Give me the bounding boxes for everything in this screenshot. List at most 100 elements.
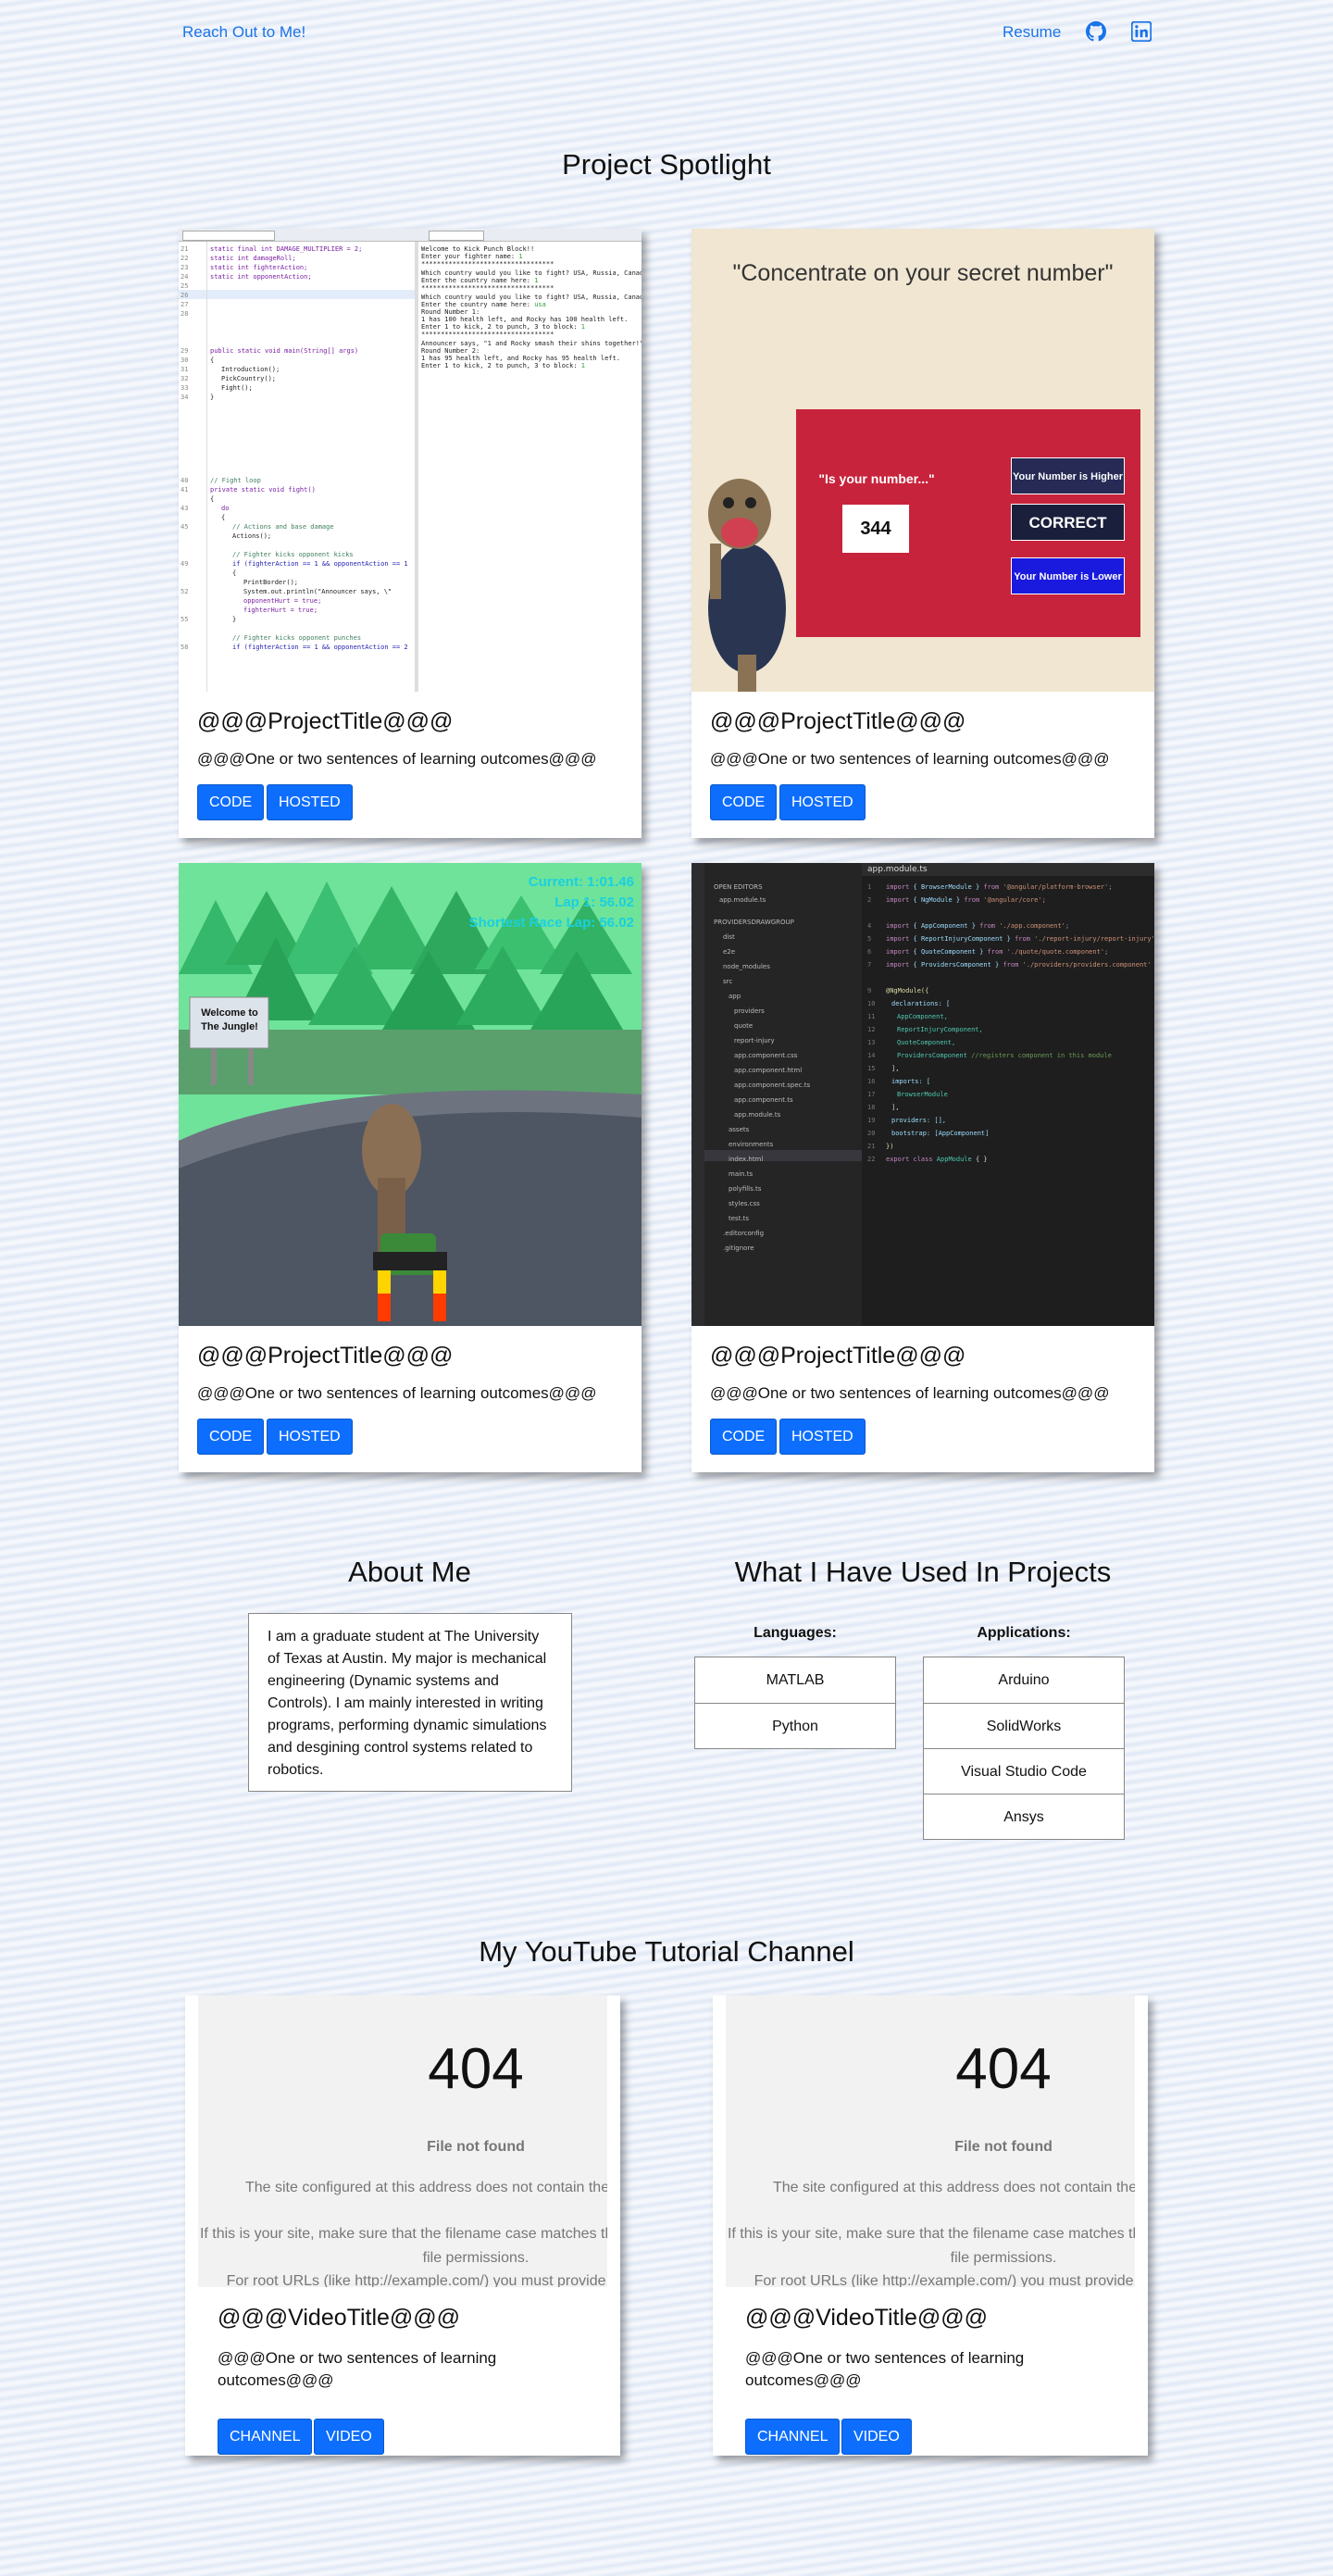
svg-text:.gitignore: .gitignore	[723, 1244, 754, 1252]
code-button[interactable]: CODE	[710, 1419, 778, 1455]
svg-text:// Fighter kicks opponent punc: // Fighter kicks opponent punches	[232, 634, 361, 642]
svg-text:PrintBorder();: PrintBorder();	[243, 579, 298, 586]
code-button[interactable]: CODE	[710, 784, 778, 820]
video-embed[interactable]: 404 File not found The site configured a…	[198, 1995, 607, 2287]
project-screenshot-number-game: "Concentrate on your secret number" "Is …	[691, 229, 1154, 692]
svg-text:providers: [],: providers: [],	[891, 1117, 946, 1124]
image-prompt: "Is your number..."	[818, 471, 935, 486]
svg-text:22: 22	[867, 1156, 875, 1163]
code-button[interactable]: CODE	[197, 1419, 265, 1455]
image-lower-button: Your Number is Lower	[1011, 557, 1125, 594]
error-line: The site configured at this address does…	[244, 2180, 607, 2195]
svg-text:providers: providers	[734, 1007, 765, 1015]
svg-text:55: 55	[181, 616, 188, 623]
svg-text:// Actions and base damage: // Actions and base damage	[232, 523, 334, 531]
tools-title: What I Have Used In Projects	[734, 1556, 1112, 1588]
svg-text:quote: quote	[734, 1022, 753, 1030]
svg-text:58: 58	[181, 644, 188, 651]
svg-text:Welcome to Kick Punch Block!!: Welcome to Kick Punch Block!!	[421, 245, 534, 253]
svg-text:imports: [: imports: [	[891, 1078, 930, 1085]
svg-text:52: 52	[181, 588, 188, 595]
hosted-button[interactable]: HOSTED	[267, 784, 353, 820]
svg-text:System.out.println("Announcer: System.out.println("Announcer says, \"	[243, 588, 392, 595]
svg-text:node_modules: node_modules	[723, 963, 770, 970]
project-card: "Concentrate on your secret number" "Is …	[691, 229, 1154, 838]
error-line: If this is your site, make sure that the…	[727, 2226, 1135, 2266]
svg-text:Actions();: Actions();	[232, 532, 271, 540]
svg-text:Announcer says, "1 and Rocky s: Announcer says, "1 and Rocky smash their…	[421, 340, 642, 347]
applications-heading: Applications:	[977, 1625, 1071, 1641]
svg-text:if (fighterAction == 1 && oppo: if (fighterAction == 1 && opponentAction…	[232, 560, 408, 568]
svg-text:],: ],	[891, 1104, 899, 1111]
svg-text:static final int DAMAGE_MULTIP: static final int DAMAGE_MULTIPLIER = 2;	[210, 245, 362, 253]
svg-text:{: {	[210, 356, 214, 364]
svg-text:43: 43	[181, 505, 188, 512]
error-line: The site configured at this address does…	[772, 2180, 1135, 2195]
svg-text:10: 10	[867, 1000, 875, 1007]
svg-text:15: 15	[867, 1065, 875, 1072]
svg-text:34: 34	[181, 394, 188, 401]
svg-text:27: 27	[181, 301, 188, 308]
project-title: @@@ProjectTitle@@@	[710, 708, 966, 734]
github-icon[interactable]	[1086, 21, 1106, 42]
about-text: I am a graduate student at The Universit…	[248, 1613, 572, 1792]
svg-text:opponentHurt = true;: opponentHurt = true;	[243, 597, 321, 605]
svg-text:41: 41	[181, 486, 188, 494]
error-line: For root URLs (like http://example.com/)…	[226, 2273, 607, 2287]
image-number: 344	[842, 505, 909, 553]
reach-out-link[interactable]: Reach Out to Me!	[182, 23, 305, 42]
svg-text:import { NgModule } from '@ang: import { NgModule } from '@angular/core'…	[886, 896, 1046, 904]
project-description: @@@One or two sentences of learning outc…	[710, 1384, 1110, 1402]
linkedin-icon[interactable]	[1130, 20, 1152, 43]
video-button[interactable]: VIDEO	[314, 2419, 384, 2455]
svg-text:6: 6	[867, 948, 871, 956]
project-screenshot-racing-game: Welcome to The Jungle! Current: 1:01.46 …	[179, 863, 642, 1326]
svg-text:40: 40	[181, 477, 188, 484]
svg-text:import { ProvidersComponent }: import { ProvidersComponent } from './pr…	[886, 961, 1152, 969]
svg-text:app: app	[729, 993, 741, 1000]
svg-text:Which country would you like t: Which country would you like to fight? U…	[421, 269, 642, 277]
svg-text:14: 14	[867, 1052, 875, 1059]
svg-text:PROVIDERSDRAWGROUP: PROVIDERSDRAWGROUP	[714, 919, 794, 926]
svg-text:.editorconfig: .editorconfig	[723, 1230, 764, 1237]
hosted-button[interactable]: HOSTED	[267, 1419, 353, 1455]
svg-text:}): })	[886, 1143, 893, 1150]
svg-text:******************************: **********************************	[421, 331, 554, 338]
hosted-button[interactable]: HOSTED	[779, 784, 866, 820]
hosted-button[interactable]: HOSTED	[779, 1419, 866, 1455]
project-title: @@@ProjectTitle@@@	[197, 708, 454, 734]
image-quote: "Concentrate on your secret number"	[732, 260, 1114, 286]
image-higher-button: Your Number is Higher	[1011, 457, 1125, 494]
svg-text:17: 17	[867, 1091, 875, 1098]
video-embed[interactable]: 404 File not found The site configured a…	[726, 1995, 1135, 2287]
svg-text:Which country would you like t: Which country would you like to fight? U…	[421, 294, 642, 301]
resume-link[interactable]: Resume	[1003, 23, 1061, 42]
svg-text:1: 1	[867, 883, 871, 891]
error-line: For root URLs (like http://example.com/)…	[754, 2273, 1135, 2287]
svg-text:21: 21	[181, 245, 188, 253]
svg-text:Enter your fighter name: 1: Enter your fighter name: 1	[421, 253, 523, 260]
svg-text:do: do	[221, 505, 229, 512]
list-item: Visual Studio Code	[924, 1748, 1124, 1794]
svg-text:// Fight loop: // Fight loop	[210, 477, 261, 484]
image-hud-line: Current: 1:01.46	[528, 874, 634, 890]
code-button[interactable]: CODE	[197, 784, 265, 820]
video-card: 404 File not found The site configured a…	[185, 1995, 620, 2456]
svg-text:private static void fight(): private static void fight()	[210, 486, 316, 494]
svg-text:if (fighterAction == 1 && oppo: if (fighterAction == 1 && opponentAction…	[232, 644, 408, 651]
list-item: SolidWorks	[924, 1703, 1124, 1748]
channel-button[interactable]: CHANNEL	[218, 2419, 313, 2455]
top-nav: Reach Out to Me! Resume	[0, 0, 1333, 65]
svg-text:22: 22	[181, 255, 188, 262]
image-tab: app.module.ts	[867, 865, 928, 874]
svg-text:static int fighterAction;: static int fighterAction;	[210, 264, 307, 271]
video-button[interactable]: VIDEO	[841, 2419, 912, 2455]
svg-text:1 has 100 health left, and Roc: 1 has 100 health left, and Rocky has 100…	[421, 316, 628, 323]
svg-text:11: 11	[867, 1013, 875, 1020]
svg-text:// Fighter kicks opponent kick: // Fighter kicks opponent kicks	[232, 551, 354, 558]
svg-text:24: 24	[181, 273, 188, 281]
svg-text:fighterHurt = true;: fighterHurt = true;	[243, 606, 318, 614]
channel-button[interactable]: CHANNEL	[745, 2419, 841, 2455]
svg-text:@NgModule({: @NgModule({	[886, 987, 928, 994]
svg-text:environments: environments	[729, 1141, 774, 1148]
